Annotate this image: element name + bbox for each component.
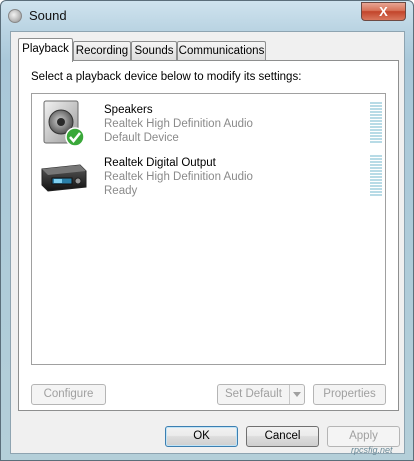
speakers-icon bbox=[43, 100, 85, 147]
playback-device-list[interactable]: Speakers Realtek High Definition Audio D… bbox=[31, 93, 386, 365]
configure-button[interactable]: Configure bbox=[31, 384, 106, 405]
chevron-down-icon[interactable] bbox=[289, 385, 304, 404]
device-description: Realtek High Definition Audio bbox=[104, 171, 253, 183]
apply-button[interactable]: Apply bbox=[327, 426, 400, 447]
default-check-icon bbox=[65, 127, 85, 147]
device-name: Realtek Digital Output bbox=[104, 157, 216, 169]
cancel-button[interactable]: Cancel bbox=[246, 426, 319, 447]
sound-dialog: Sound X Playback Recording Sounds Commun… bbox=[0, 0, 414, 461]
window-title: Sound bbox=[29, 8, 67, 23]
device-status: Default Device bbox=[104, 132, 179, 144]
watermark: rpcsfig.net bbox=[351, 445, 393, 455]
ok-button[interactable]: OK bbox=[165, 426, 238, 447]
device-status: Ready bbox=[104, 185, 138, 197]
set-default-button[interactable]: Set Default bbox=[217, 384, 305, 405]
properties-button[interactable]: Properties bbox=[313, 384, 386, 405]
device-name: Speakers bbox=[104, 104, 153, 116]
tab-recording[interactable]: Recording bbox=[73, 41, 131, 61]
title-bar[interactable]: Sound X bbox=[1, 1, 413, 31]
playback-tab-panel: Select a playback device below to modify… bbox=[18, 60, 399, 411]
digital-output-icon bbox=[41, 164, 87, 192]
device-description: Realtek High Definition Audio bbox=[104, 118, 253, 130]
close-button[interactable]: X bbox=[361, 2, 406, 21]
set-default-label: Set Default bbox=[225, 388, 282, 400]
volume-level-meter bbox=[370, 102, 382, 144]
tab-communications[interactable]: Communications bbox=[177, 41, 266, 61]
tab-playback[interactable]: Playback bbox=[18, 38, 73, 62]
list-item-speakers[interactable]: Speakers Realtek High Definition Audio D… bbox=[32, 96, 385, 148]
dialog-client-area: Playback Recording Sounds Communications… bbox=[10, 31, 405, 454]
playback-instruction: Select a playback device below to modify… bbox=[31, 71, 302, 83]
volume-level-meter bbox=[370, 155, 382, 197]
tab-sounds[interactable]: Sounds bbox=[131, 41, 177, 61]
list-item-digital-output[interactable]: Realtek Digital Output Realtek High Defi… bbox=[32, 149, 385, 201]
sound-app-icon bbox=[8, 9, 22, 23]
